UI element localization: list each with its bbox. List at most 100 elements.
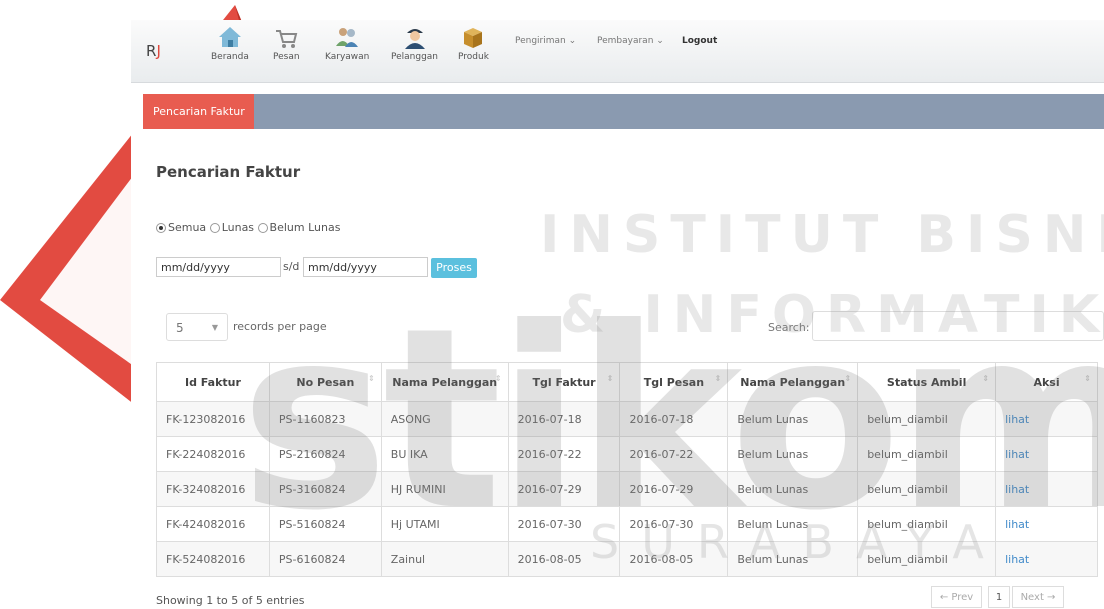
nav-pesan-label: Pesan — [273, 52, 300, 62]
table-cell: 2016-07-18 — [507, 401, 621, 437]
table-cell: Belum Lunas — [727, 436, 859, 472]
table-cell: FK-224082016 — [156, 436, 270, 472]
brand-letter-j: J — [156, 42, 161, 60]
table-cell: PS-1160823 — [268, 401, 382, 437]
col-header[interactable]: No Pesan ⇕ — [268, 362, 382, 402]
table-cell: FK-524082016 — [156, 541, 270, 577]
customer-icon — [404, 29, 425, 49]
brand-letter-r: R — [146, 42, 157, 60]
lihat-link[interactable]: lihat — [995, 541, 1098, 577]
nav-pesan[interactable]: Pesan — [273, 24, 300, 62]
per-page-select[interactable]: 5 ▼ — [166, 313, 228, 341]
col-header[interactable]: Id Faktur — [156, 362, 270, 402]
cart-icon — [276, 30, 298, 48]
top-navbar: RJ Beranda Pesan Karyawan Pelanggan Prod… — [131, 20, 1104, 83]
nav-produk-label: Produk — [458, 52, 489, 62]
table-cell: 2016-07-30 — [507, 506, 621, 542]
table-row: FK-424082016 PS-5160824 Hj UTAMI 2016-07-30… — [156, 506, 1098, 542]
search-input[interactable] — [812, 311, 1104, 341]
date-separator: s/d — [283, 260, 300, 273]
date-from-input[interactable]: mm/dd/yyyy — [156, 257, 281, 277]
box-icon — [464, 28, 483, 48]
col-header[interactable]: Tgl Faktur ⇕ — [507, 362, 621, 402]
radio-lunas[interactable] — [209, 223, 220, 233]
users-icon — [336, 28, 359, 47]
tab-pencarian-faktur[interactable]: Pencarian Faktur — [143, 94, 254, 129]
table-cell: 2016-07-18 — [619, 401, 729, 437]
lihat-link[interactable]: lihat — [995, 401, 1098, 437]
nav-pelanggan-label: Pelanggan — [391, 52, 439, 62]
chevron-down-icon: ▼ — [211, 323, 218, 332]
radio-semua-label: Semua — [168, 221, 207, 234]
col-header[interactable]: Aksi ⇕ — [995, 362, 1098, 402]
table-row: FK-324082016 PS-3160824 HJ RUMINI 2016-07-2… — [156, 471, 1098, 507]
proses-button[interactable]: Proses — [431, 258, 477, 278]
table-cell: 2016-08-05 — [619, 541, 729, 577]
table-cell: 2016-07-29 — [619, 471, 729, 507]
table-cell: 2016-07-30 — [619, 506, 729, 542]
pager-next[interactable]: Next → — [1012, 586, 1064, 608]
col-header[interactable]: Nama Pelanggan ⇕ — [380, 362, 509, 402]
app-window: RJ Beranda Pesan Karyawan Pelanggan Prod… — [131, 20, 1104, 608]
lihat-link[interactable]: lihat — [995, 471, 1098, 507]
table-cell: PS-3160824 — [268, 471, 382, 507]
table-cell: belum_diambil — [857, 436, 997, 472]
date-to-input[interactable]: mm/dd/yyyy — [303, 257, 428, 277]
table-info: Showing 1 to 5 of 5 entries — [156, 594, 305, 607]
table-cell: 2016-07-22 — [619, 436, 729, 472]
radio-belum-lunas[interactable] — [257, 223, 268, 233]
menu-pembayaran[interactable]: Pembayaran ⌄ — [597, 36, 664, 46]
table-cell: PS-5160824 — [268, 506, 382, 542]
table-cell: FK-324082016 — [156, 471, 270, 507]
nav-beranda-label: Beranda — [211, 52, 249, 62]
table-cell: belum_diambil — [857, 471, 997, 507]
lihat-link[interactable]: lihat — [995, 436, 1098, 472]
radio-belum-lunas-label: Belum Lunas — [269, 221, 341, 234]
pager-page-1[interactable]: 1 — [988, 586, 1010, 608]
table-cell: Belum Lunas — [727, 471, 859, 507]
sub-navbar: Pencarian Faktur — [143, 94, 1104, 129]
table-cell: FK-123082016 — [156, 401, 270, 437]
menu-pengiriman[interactable]: Pengiriman ⌄ — [515, 36, 576, 46]
radio-lunas-label: Lunas — [221, 221, 255, 234]
table-cell: 2016-07-29 — [507, 471, 621, 507]
table-cell: Hj UTAMI — [380, 506, 509, 542]
table-cell: belum_diambil — [857, 401, 997, 437]
nav-karyawan[interactable]: Karyawan — [325, 24, 369, 62]
col-header[interactable]: Tgl Pesan ⇕ — [619, 362, 729, 402]
table-cell: Belum Lunas — [727, 541, 859, 577]
nav-beranda[interactable]: Beranda — [211, 24, 249, 62]
brand-logo[interactable]: RJ — [146, 42, 161, 60]
table-cell: Zainul — [380, 541, 509, 577]
status-filter: Semua Lunas Belum Lunas — [156, 221, 340, 234]
table-cell: belum_diambil — [857, 506, 997, 542]
faktur-table: Id Faktur No Pesan ⇕ Nama Pelanggan ⇕ Tgl … — [156, 362, 1098, 577]
table-cell: Belum Lunas — [727, 401, 859, 437]
table-cell: PS-2160824 — [268, 436, 382, 472]
logout-link[interactable]: Logout — [682, 36, 717, 46]
table-cell: ASONG — [380, 401, 509, 437]
nav-karyawan-label: Karyawan — [325, 52, 370, 62]
table-cell: Belum Lunas — [727, 506, 859, 542]
col-header[interactable]: Nama Pelanggan ⇕ — [727, 362, 859, 402]
nav-pelanggan[interactable]: Pelanggan — [391, 24, 438, 62]
lihat-link[interactable]: lihat — [995, 506, 1098, 542]
per-page-value: 5 — [176, 321, 184, 335]
nav-produk[interactable]: Produk — [458, 24, 489, 62]
table-cell: FK-424082016 — [156, 506, 270, 542]
page-title: Pencarian Faktur — [156, 163, 301, 181]
table-cell: 2016-08-05 — [507, 541, 621, 577]
table-cell: belum_diambil — [857, 541, 997, 577]
pager-prev[interactable]: ← Prev — [931, 586, 982, 608]
table-cell: HJ RUMINI — [380, 471, 509, 507]
radio-semua[interactable] — [156, 223, 166, 233]
table-cell: PS-6160824 — [268, 541, 382, 577]
per-page-label: records per page — [233, 320, 327, 333]
col-header[interactable]: Status Ambil ⇕ — [857, 362, 997, 402]
table-header-row: Id Faktur No Pesan ⇕ Nama Pelanggan ⇕ Tgl … — [156, 362, 1098, 402]
search-label: Search: — [768, 321, 810, 334]
table-row: FK-123082016 PS-1160823 ASONG 2016-07-18 201… — [156, 401, 1098, 437]
table-row: FK-224082016 PS-2160824 BU IKA 2016-07-22 20… — [156, 436, 1098, 472]
table-cell: BU IKA — [380, 436, 509, 472]
home-icon — [218, 27, 241, 47]
